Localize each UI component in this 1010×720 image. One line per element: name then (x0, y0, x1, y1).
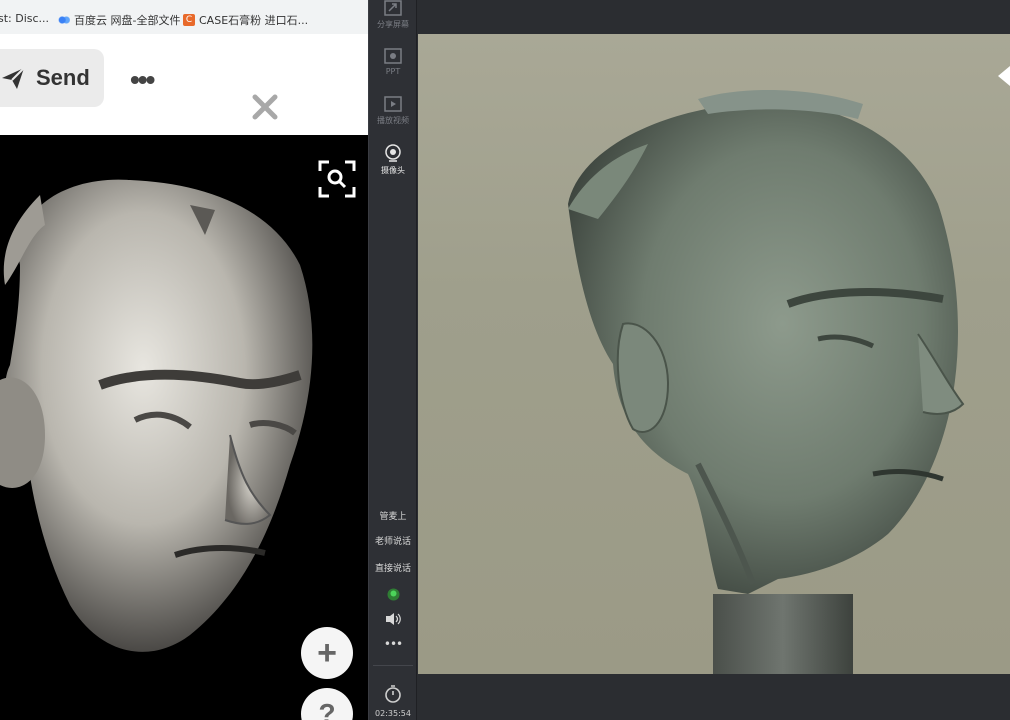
direct-speak-button[interactable]: 直接说话 (369, 561, 417, 574)
bookmark-item-1[interactable]: st: Disc... (0, 12, 49, 25)
browser-panel: st: Disc... 百度云 网盘-全部文件 C CASE石膏粉 进口石...… (0, 0, 368, 720)
video-panel (417, 0, 1010, 720)
paper-plane-icon (2, 67, 25, 89)
bookmarks-bar: st: Disc... 百度云 网盘-全部文件 C CASE石膏粉 进口石... (0, 0, 368, 35)
clay-sculpture-image (568, 89, 965, 674)
share-screen-icon (384, 0, 402, 16)
bookmark-label: 百度云 网盘-全部文件 (74, 14, 181, 27)
send-button[interactable]: Send (0, 49, 104, 107)
teacher-speak-button[interactable]: 老师说话 (369, 534, 417, 547)
speaker-icon[interactable] (385, 612, 402, 626)
bookmark-item-2[interactable]: 百度云 网盘-全部文件 (58, 12, 180, 28)
bookmark-label: st: Disc... (0, 12, 50, 25)
bookmark-item-3[interactable]: C CASE石膏粉 进口石... (183, 12, 308, 28)
close-icon[interactable] (250, 92, 280, 122)
camera-tool[interactable]: 摄像头 (369, 144, 417, 176)
session-timer: 02:35:54 (375, 709, 411, 718)
ppt-icon (384, 48, 402, 64)
toolbar-divider (373, 665, 413, 666)
play-video-tool[interactable]: 播放视频 (369, 96, 417, 126)
message-topbar: Send ••• (0, 34, 368, 135)
more-options-icon[interactable]: ••• (369, 637, 417, 651)
play-video-icon (384, 96, 402, 112)
bookmark-label: CASE石膏粉 进口石... (199, 14, 309, 27)
share-screen-tool[interactable]: 分享屏幕 (369, 0, 417, 30)
stopwatch-icon (385, 685, 401, 703)
cursor-pointer-icon (998, 66, 1010, 86)
cloud-icon (58, 14, 70, 26)
play-video-label: 播放视频 (377, 116, 409, 125)
send-label: Send (36, 65, 90, 90)
camera-icon (385, 144, 401, 162)
share-screen-label: 分享屏幕 (377, 20, 409, 29)
mic-queue-button[interactable]: 管麦上 (369, 509, 417, 522)
ppt-label: PPT (385, 67, 401, 76)
bookmark-favicon-icon: C (183, 14, 195, 26)
more-button[interactable]: ••• (130, 66, 155, 94)
live-toolbar: 分享屏幕 PPT 播放视频 摄像头 管麦上 老师说话 直接说话 ••• 02:3… (368, 0, 417, 720)
add-button[interactable]: + (301, 627, 353, 679)
camera-label: 摄像头 (381, 166, 405, 175)
zoom-search-icon[interactable] (318, 160, 356, 198)
ppt-tool[interactable]: PPT (369, 48, 417, 76)
mic-status-icon[interactable] (387, 588, 400, 601)
camera-feed (418, 34, 1010, 674)
